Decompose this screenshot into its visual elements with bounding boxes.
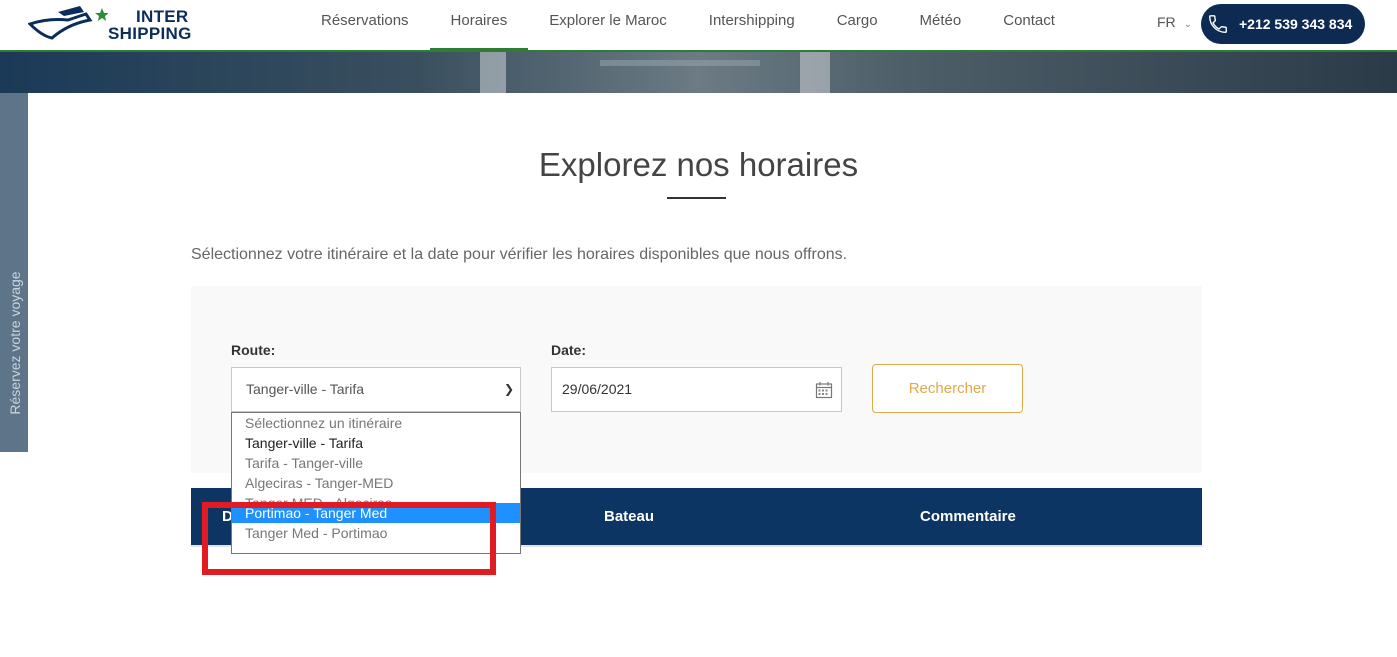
nav-reservations[interactable]: Réservations [300,0,430,50]
route-option[interactable]: Tarifa - Tanger-ville [232,453,520,473]
language-selector[interactable]: FR ⌄ [1157,14,1192,30]
language-label: FR [1157,14,1176,30]
phone-button[interactable]: +212 539 343 834 [1201,4,1365,44]
logo-line-2: SHIPPING [108,24,192,43]
route-option[interactable]: Algeciras - Tanger-MED [232,473,520,493]
hero-banner [0,52,1397,93]
route-label: Route: [231,342,276,358]
phone-icon [1209,15,1227,33]
date-input-value: 29/06/2021 [562,381,633,397]
hero-shape [480,52,506,93]
title-divider [667,197,726,199]
route-option[interactable]: Tanger-ville - Tarifa [232,433,520,453]
route-option[interactable]: Sélectionnez un itinéraire [232,413,520,433]
nav-explorer-le-maroc[interactable]: Explorer le Maroc [528,0,688,50]
intershipping-logo[interactable]: INTER SHIPPING [27,2,208,48]
column-header-bateau: Bateau [604,508,655,525]
nav-intershipping[interactable]: Intershipping [688,0,816,50]
page-subtitle: Sélectionnez votre itinéraire et la date… [191,246,848,263]
chevron-down-icon: ❯ [503,382,514,396]
logo-line-1: INTER [136,7,189,26]
nav-horaires[interactable]: Horaires [429,0,529,50]
nav-cargo[interactable]: Cargo [816,0,899,50]
chevron-down-icon: ⌄ [1183,19,1192,30]
logo-text: INTER SHIPPING [108,8,192,42]
highlight-annotation [202,502,496,575]
nav-contact[interactable]: Contact [982,0,1076,50]
date-label: Date: [551,342,587,358]
route-select[interactable]: Tanger-ville - Tarifa ❯ [231,367,521,412]
hero-shape [600,60,760,66]
hero-shape [800,52,830,93]
column-header-commentaire: Commentaire [920,508,1016,525]
page-title: Explorez nos horaires [538,146,859,183]
nav-meteo[interactable]: Météo [899,0,983,50]
side-tab-label: Réservez votre voyage [7,271,23,415]
date-input[interactable]: 29/06/2021 [551,367,842,412]
calendar-icon[interactable] [815,381,833,399]
main-nav: Réservations Horaires Explorer le Maroc … [300,0,1076,50]
route-select-value: Tanger-ville - Tarifa [246,381,365,397]
top-header: INTER SHIPPING Réservations Horaires Exp… [0,0,1397,52]
phone-number: +212 539 343 834 [1239,16,1353,32]
ship-logo-icon [27,6,109,40]
search-button[interactable]: Rechercher [872,364,1023,413]
